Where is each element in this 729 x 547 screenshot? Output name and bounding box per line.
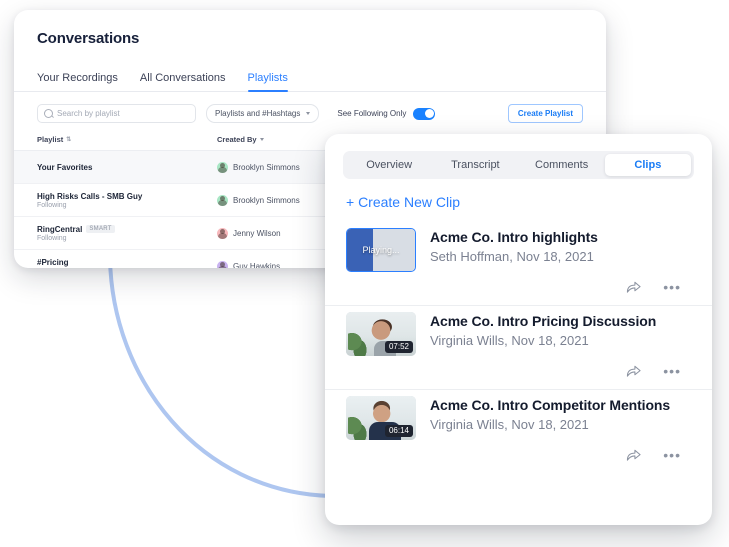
search-icon	[44, 109, 53, 118]
following-label: Following	[37, 201, 67, 209]
playlist-cell: RingCentral SMART Following	[37, 225, 217, 242]
following-label: Following	[37, 268, 217, 269]
clip-main: 07:52 Acme Co. Intro Pricing Discussion …	[346, 306, 690, 356]
clip-list: Playing... Acme Co. Intro highlights Set…	[325, 222, 712, 473]
tab-playlists[interactable]: Playlists	[247, 72, 289, 92]
playlist-toolbar: Search by playlist Playlists and #Hashta…	[14, 92, 606, 123]
see-following-only-toggle-group: See Following Only	[337, 107, 436, 120]
creator-name: Brooklyn Simmons	[233, 195, 300, 205]
duration-badge: 07:52	[384, 341, 413, 353]
playlist-name-text: #Pricing	[37, 257, 69, 267]
chevron-down-icon	[259, 138, 264, 141]
clip-main: Playing... Acme Co. Intro highlights Set…	[346, 222, 690, 272]
clip-actions: •••	[346, 356, 690, 389]
clip-thumbnail[interactable]: 06:14	[346, 396, 416, 440]
playlist-name-text: Your Favorites	[37, 162, 93, 172]
playlist-name: High Risks Calls - SMB Guy	[37, 192, 217, 201]
column-header-created-by[interactable]: Created By	[217, 135, 330, 144]
smart-badge: SMART	[86, 225, 115, 233]
see-following-only-toggle[interactable]	[413, 107, 436, 120]
creator-name: Jenny Wilson	[233, 228, 281, 238]
plant-decor	[348, 332, 368, 356]
avatar	[217, 260, 228, 268]
clip-meta: Seth Hoffman, Nov 18, 2021	[430, 249, 594, 264]
filter-select[interactable]: Playlists and #Hashtags	[206, 104, 320, 123]
tab-your-recordings[interactable]: Your Recordings	[37, 72, 118, 91]
playlist-name-text: RingCentral	[37, 224, 83, 234]
search-placeholder: Search by playlist	[57, 109, 120, 118]
column-header-playlist[interactable]: Playlist ⇅	[37, 135, 217, 144]
more-icon[interactable]: •••	[663, 280, 681, 294]
list-item[interactable]: 07:52 Acme Co. Intro Pricing Discussion …	[325, 306, 712, 390]
clip-title: Acme Co. Intro highlights	[430, 229, 598, 245]
list-item[interactable]: Playing... Acme Co. Intro highlights Set…	[325, 222, 712, 306]
clip-meta: Virginia Wills, Nov 18, 2021	[430, 417, 589, 432]
toggle-knob	[424, 109, 434, 118]
clip-meta: Virginia Wills, Nov 18, 2021	[430, 333, 589, 348]
more-icon[interactable]: •••	[663, 364, 681, 378]
tab-all-conversations[interactable]: All Conversations	[140, 72, 226, 91]
clip-text: Acme Co. Intro highlights Seth Hoffman, …	[430, 228, 598, 264]
playlist-name: #Pricing	[37, 258, 217, 267]
duration-badge: 06:14	[384, 425, 413, 437]
following-label: Following	[37, 234, 67, 242]
playlist-name: Your Favorites	[37, 163, 217, 172]
column-header-created-by-label: Created By	[217, 135, 257, 144]
tab-overview[interactable]: Overview	[346, 154, 432, 176]
playlist-cell: High Risks Calls - SMB Guy Following	[37, 192, 217, 209]
plant-decor	[348, 416, 368, 440]
create-new-clip-button[interactable]: + Create New Clip	[346, 194, 712, 210]
clip-title: Acme Co. Intro Pricing Discussion	[430, 313, 657, 329]
playing-status: Playing...	[362, 245, 400, 255]
share-icon[interactable]	[626, 448, 641, 462]
playlist-name-text: High Risks Calls - SMB Guy	[37, 191, 143, 201]
clips-panel-tabs: Overview Transcript Comments Clips	[343, 151, 694, 179]
create-playlist-button[interactable]: Create Playlist	[507, 104, 583, 123]
clip-text: Acme Co. Intro Pricing Discussion Virgin…	[430, 312, 656, 348]
playlist-cell: #Pricing Following	[37, 258, 217, 269]
column-header-playlist-label: Playlist	[37, 135, 64, 144]
playlist-cell: Your Favorites	[37, 163, 217, 172]
page-title: Conversations	[37, 30, 140, 47]
clip-actions: •••	[346, 272, 690, 305]
main-tabs: Your Recordings All Conversations Playli…	[14, 47, 606, 92]
more-icon[interactable]: •••	[663, 448, 681, 462]
avatar	[217, 194, 228, 206]
sort-icon: ⇅	[66, 136, 72, 143]
clip-title: Acme Co. Intro Competitor Mentions	[430, 397, 671, 413]
creator-name: Brooklyn Simmons	[233, 162, 300, 172]
created-by-cell: Brooklyn Simmons	[217, 194, 330, 206]
clip-thumbnail[interactable]: 07:52	[346, 312, 416, 356]
share-icon[interactable]	[626, 364, 641, 378]
tab-comments[interactable]: Comments	[519, 154, 605, 176]
creator-name: Guy Hawkins	[233, 261, 281, 269]
chevron-down-icon	[306, 112, 311, 115]
share-icon[interactable]	[626, 280, 641, 294]
clip-main: 06:14 Acme Co. Intro Competitor Mentions…	[346, 390, 690, 440]
clips-panel: Overview Transcript Comments Clips + Cre…	[325, 134, 712, 525]
avatar	[217, 227, 228, 239]
filter-select-value: Playlists and #Hashtags	[215, 109, 301, 118]
tab-transcript[interactable]: Transcript	[432, 154, 518, 176]
tab-clips[interactable]: Clips	[604, 154, 691, 176]
created-by-cell: Guy Hawkins	[217, 260, 330, 269]
playlist-name: RingCentral SMART	[37, 225, 217, 234]
search-input[interactable]: Search by playlist	[37, 104, 196, 123]
clip-text: Acme Co. Intro Competitor Mentions Virgi…	[430, 396, 670, 432]
list-item[interactable]: 06:14 Acme Co. Intro Competitor Mentions…	[325, 390, 712, 473]
see-following-only-label: See Following Only	[337, 109, 407, 118]
avatar	[217, 161, 228, 173]
clip-thumbnail[interactable]: Playing...	[346, 228, 416, 272]
created-by-cell: Brooklyn Simmons	[217, 161, 330, 173]
created-by-cell: Jenny Wilson	[217, 227, 330, 239]
clip-actions: •••	[346, 440, 690, 473]
